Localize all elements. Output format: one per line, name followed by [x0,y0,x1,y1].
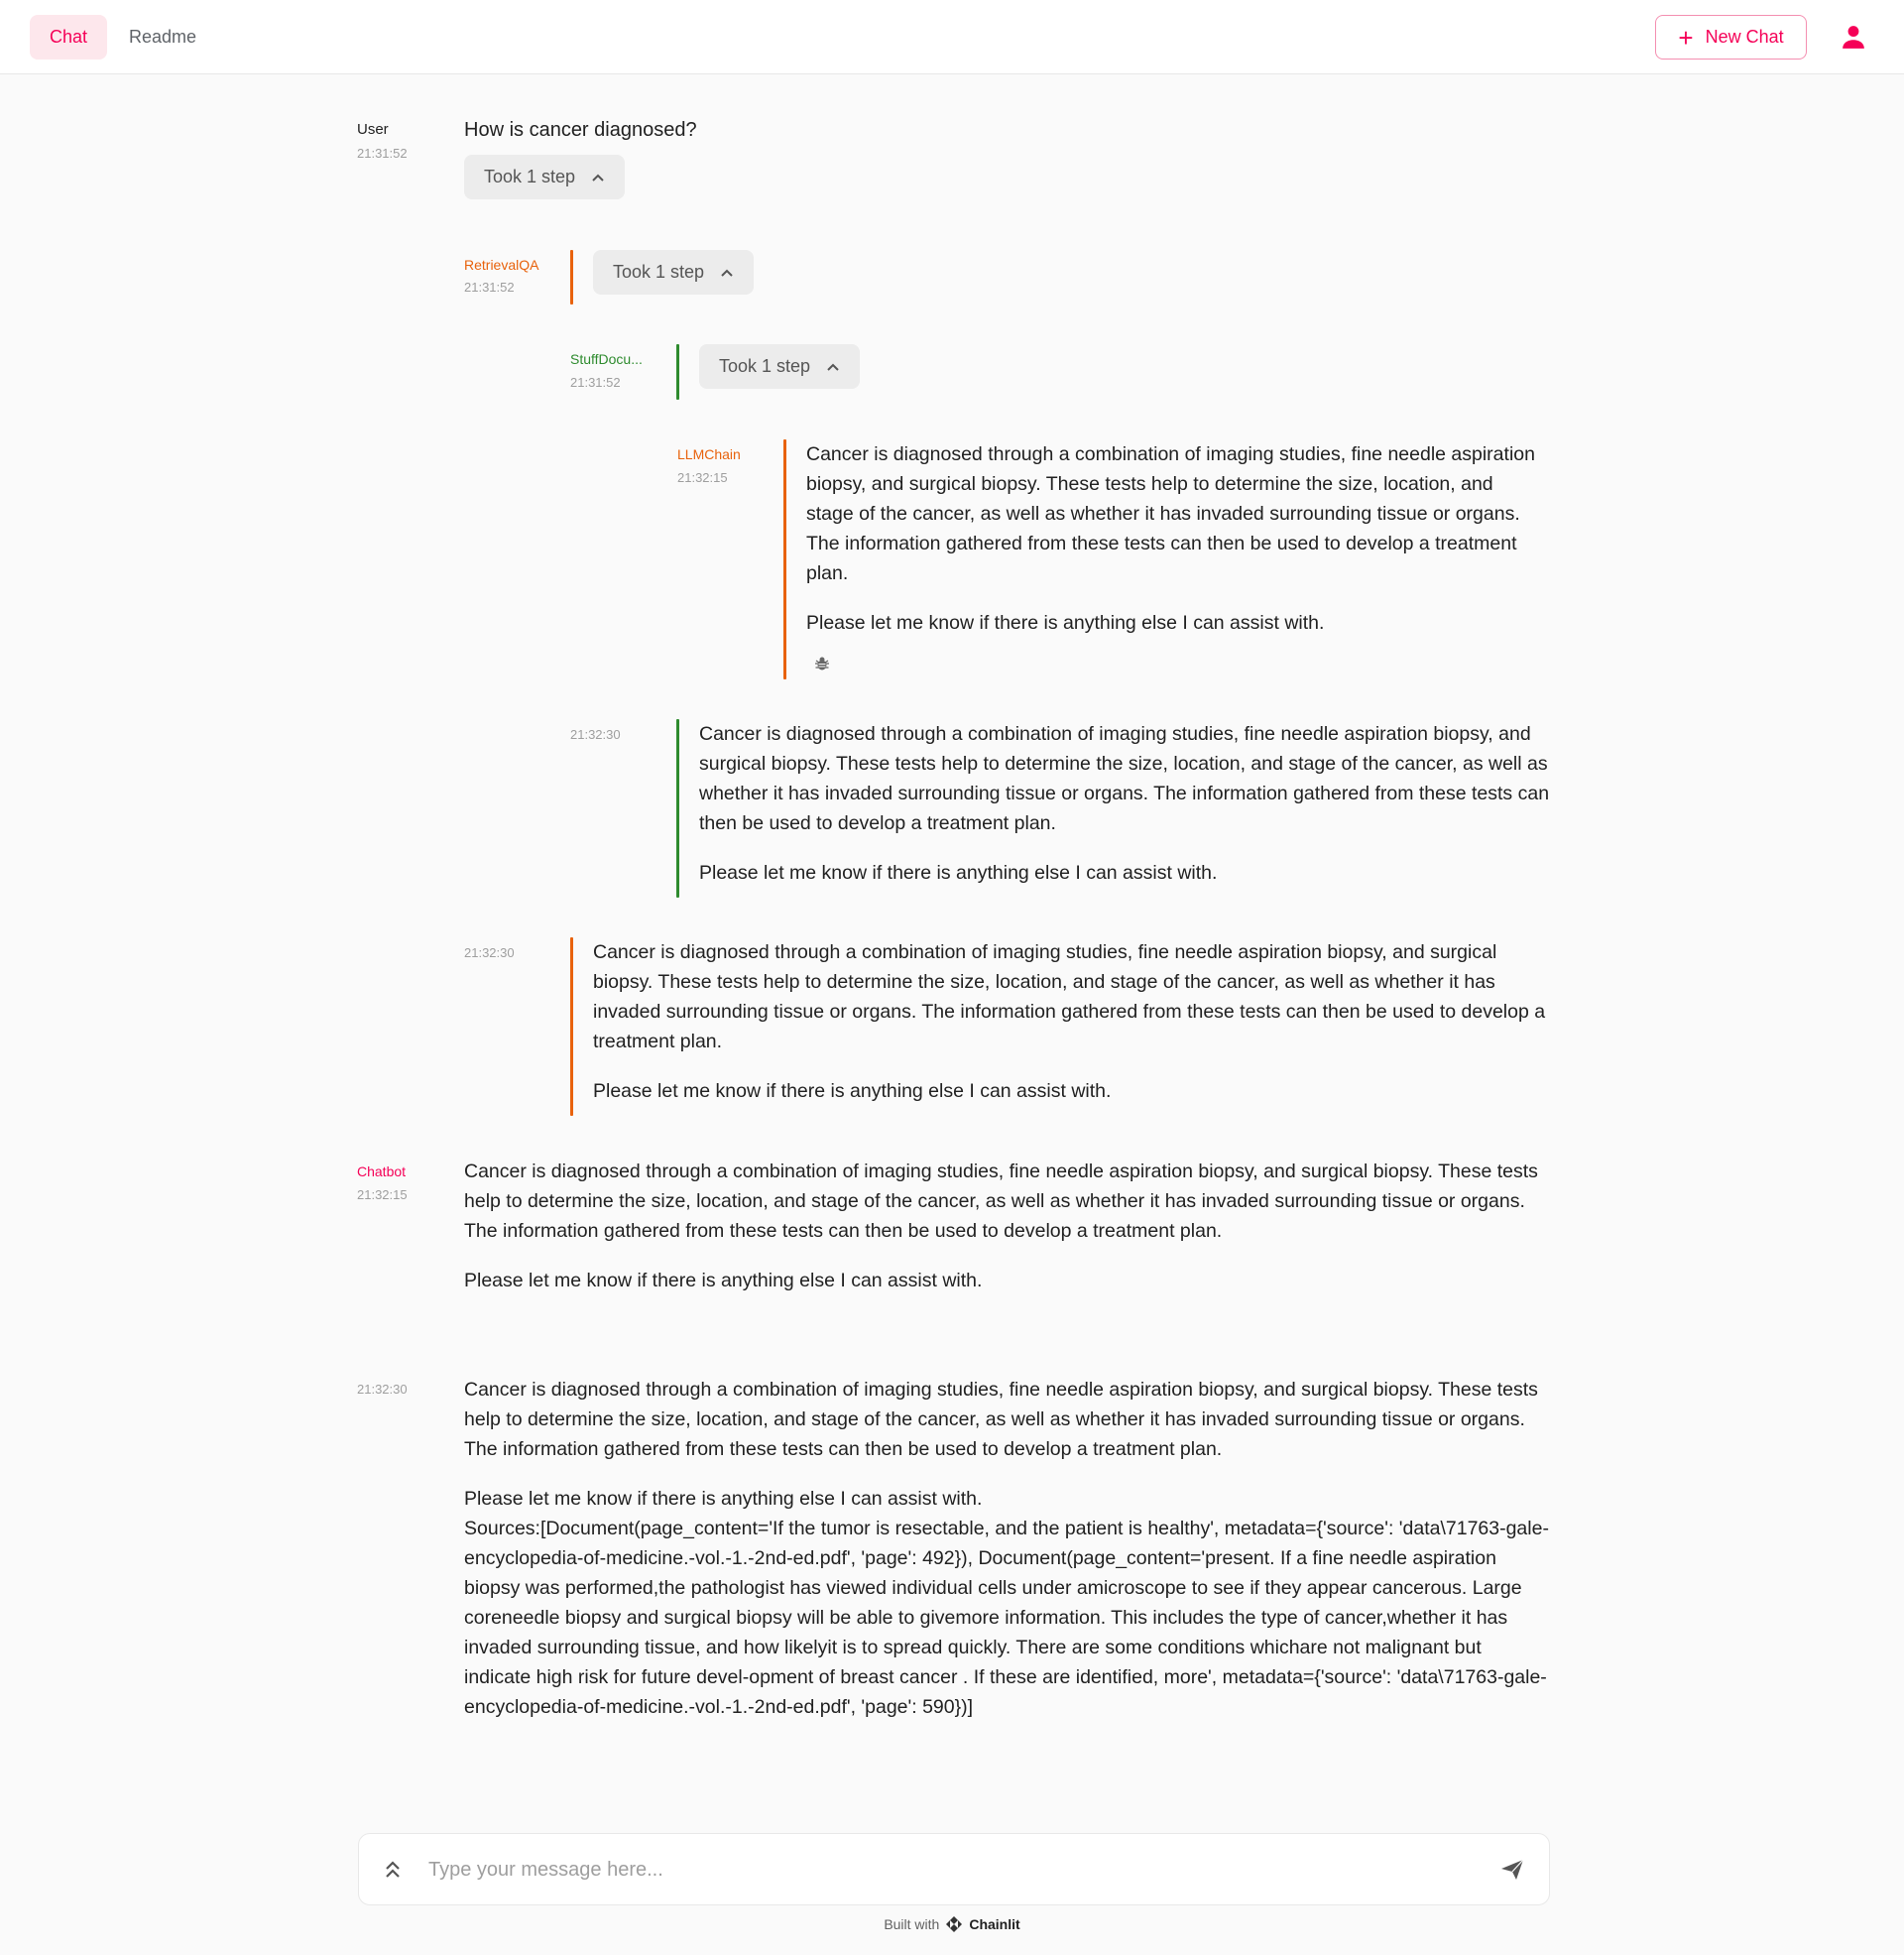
new-chat-button[interactable]: + New Chat [1655,15,1807,60]
message-paragraph: Please let me know if there is anything … [464,1488,983,1510]
message-author: Chatbot [357,1163,407,1179]
message-timestamp: 21:32:30 [357,1382,408,1397]
step-author: StuffDocu... [570,351,643,367]
step-indent-bar [570,250,573,305]
bug-icon[interactable] [814,656,830,672]
output-paragraph: Please let me know if there is anything … [699,862,1218,884]
steps-label: Took 1 step [613,262,705,282]
message-content: How is cancer diagnosed? [464,119,697,141]
took-steps-toggle[interactable]: Took 1 step [593,250,755,295]
plus-icon: + [1678,22,1694,53]
step-indent-bar [570,937,573,1116]
steps-label: Took 1 step [719,356,811,376]
message-content: Cancer is diagnosed through a combinatio… [464,1157,1550,1295]
chevron-up-icon [827,363,839,371]
message-paragraph: Cancer is diagnosed through a combinatio… [464,1379,1538,1460]
step-output: Cancer is diagnosed through a combinatio… [806,439,1545,638]
send-icon[interactable] [1499,1858,1525,1882]
output-paragraph: Cancer is diagnosed through a combinatio… [806,443,1535,584]
message-timestamp: 21:32:15 [357,1187,408,1202]
step-timestamp: 21:32:15 [677,470,728,485]
step-author: LLMChain [677,446,741,462]
message-composer [358,1833,1550,1905]
took-steps-toggle[interactable]: Took 1 step [464,155,626,199]
message-author: User [357,121,389,138]
output-paragraph: Cancer is diagnosed through a combinatio… [593,941,1546,1052]
output-paragraph: Please let me know if there is anything … [806,612,1325,634]
chevron-up-icon [721,269,733,277]
message-content: Cancer is diagnosed through a combinatio… [464,1375,1550,1722]
chainlit-brand-link[interactable]: Chainlit [969,1916,1019,1932]
top-bar: Chat Readme + New Chat [0,0,1904,74]
output-paragraph: Cancer is diagnosed through a combinatio… [699,723,1550,834]
step-timestamp: 21:32:30 [464,945,515,960]
new-chat-label: New Chat [1705,27,1784,47]
step-output: Cancer is diagnosed through a combinatio… [699,719,1552,888]
step-indent-bar [783,439,786,679]
step-indent-bar [676,344,679,400]
chainlit-logo-icon [946,1916,963,1932]
tab-readme[interactable]: Readme [109,15,216,60]
message-paragraph: Cancer is diagnosed through a combinatio… [464,1161,1538,1242]
user-avatar-icon[interactable] [1841,24,1866,50]
double-chevron-up-icon[interactable] [384,1860,402,1880]
output-paragraph: Please let me know if there is anything … [593,1080,1112,1102]
chevron-up-icon [592,174,604,182]
step-timestamp: 21:31:52 [570,375,621,390]
steps-label: Took 1 step [484,167,576,186]
footer: Built with Chainlit [0,1915,1904,1933]
step-timestamp: 21:31:52 [464,280,515,295]
step-output: Cancer is diagnosed through a combinatio… [593,937,1550,1106]
step-indent-bar [676,719,679,898]
message-paragraph: Please let me know if there is anything … [464,1270,983,1291]
step-timestamp: 21:32:30 [570,727,621,742]
sources-text: Sources:[Document(page_content='If the t… [464,1518,1549,1718]
built-with-label: Built with [884,1916,940,1932]
step-author: RetrievalQA [464,257,539,273]
took-steps-toggle[interactable]: Took 1 step [699,344,861,389]
tab-chat[interactable]: Chat [30,15,108,60]
message-input[interactable] [428,1852,1470,1888]
message-timestamp: 21:31:52 [357,146,408,161]
